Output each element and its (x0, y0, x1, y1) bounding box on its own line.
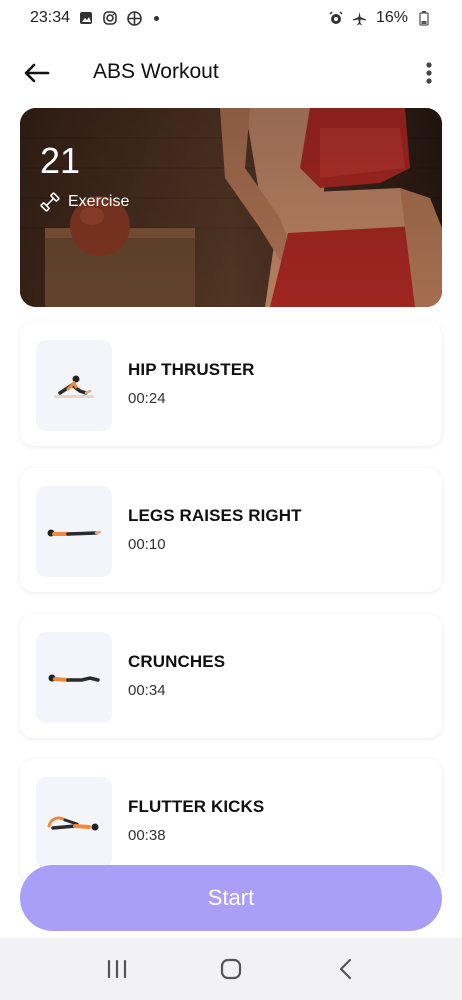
exercise-thumbnail (36, 486, 112, 577)
alarm-icon (328, 10, 344, 26)
exercise-duration: 00:24 (128, 390, 166, 407)
app-icon (126, 10, 142, 26)
battery-percent: 16% (375, 9, 408, 26)
exercise-label-row: Exercise (40, 192, 129, 212)
exercise-label: Exercise (68, 193, 130, 210)
exercise-count: 21 (40, 140, 81, 181)
exercise-thumbnail (36, 777, 112, 868)
system-nav-bar (0, 938, 462, 1000)
status-bar: 23:34 16% (0, 0, 462, 36)
exercise-card[interactable]: HIP THRUSTER 00:24 (20, 322, 442, 446)
battery-icon (416, 10, 432, 26)
back-nav-icon (339, 958, 352, 980)
recent-apps-button[interactable] (97, 949, 137, 989)
start-button[interactable]: Start (20, 865, 442, 931)
more-vertical-icon (426, 62, 432, 84)
status-time: 23:34 (30, 9, 71, 26)
dot-icon (154, 15, 160, 21)
exercise-duration: 00:10 (128, 536, 166, 553)
system-back-button[interactable] (325, 949, 365, 989)
status-right: 16% (328, 9, 432, 27)
app-bar: ABS Workout (0, 50, 462, 96)
exercise-duration: 00:34 (128, 682, 166, 699)
crunches-figure-icon (48, 674, 100, 682)
hip-thruster-figure-icon (54, 375, 94, 398)
exercise-card[interactable]: CRUNCHES 00:34 (20, 614, 442, 738)
more-options-button[interactable] (414, 58, 444, 88)
arrow-left-icon (24, 63, 50, 83)
exercise-thumbnail (36, 340, 112, 431)
leg-raise-figure-icon (47, 529, 102, 536)
airplane-icon (352, 10, 368, 26)
exercise-thumbnail (36, 632, 112, 723)
home-icon (220, 958, 242, 980)
flutter-kicks-figure-icon (47, 816, 99, 830)
page-title: ABS Workout (93, 60, 219, 83)
image-icon (78, 10, 94, 26)
home-button[interactable] (211, 949, 251, 989)
exercise-name: LEGS RAISES RIGHT (128, 506, 302, 525)
instagram-icon (102, 10, 118, 26)
exercise-name: FLUTTER KICKS (128, 797, 265, 816)
exercise-name: CRUNCHES (128, 652, 226, 671)
back-button[interactable] (22, 58, 52, 88)
exercise-card[interactable]: LEGS RAISES RIGHT 00:10 (20, 468, 442, 592)
exercise-name: HIP THRUSTER (128, 360, 255, 379)
exercise-duration: 00:38 (128, 827, 166, 844)
dumbbell-icon (40, 192, 60, 212)
status-left: 23:34 (30, 9, 160, 27)
hero-banner: 21 Exercise (20, 108, 442, 307)
recent-apps-icon (107, 959, 127, 979)
